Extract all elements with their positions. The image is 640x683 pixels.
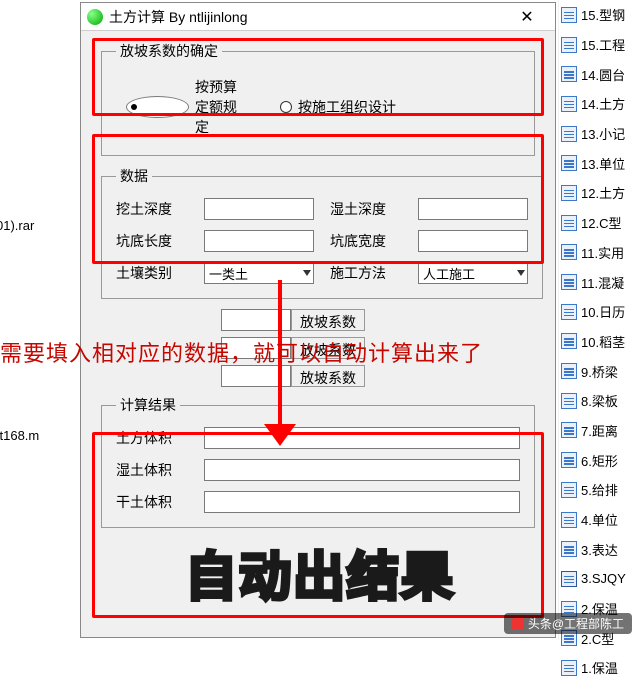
label-soil-type: 土壤类别 <box>116 263 188 283</box>
slope-coef-legend: 放坡系数的确定 <box>116 41 222 61</box>
chevron-down-icon <box>303 270 311 276</box>
file-label: 4.单位 <box>581 510 618 529</box>
close-button[interactable]: ✕ <box>505 5 549 29</box>
label-wet-depth: 湿土深度 <box>330 199 402 219</box>
label-method: 施工方法 <box>330 263 402 283</box>
label-dig-depth: 挖土深度 <box>116 199 188 219</box>
file-icon <box>561 512 577 528</box>
label-soil-vol: 土方体积 <box>116 428 196 448</box>
output-dry-vol <box>204 491 520 513</box>
file-label: 5.给排 <box>581 480 618 499</box>
window-title: 土方计算 By ntlijinlong <box>109 7 505 27</box>
file-item[interactable]: 12.C型 <box>559 208 640 238</box>
file-item[interactable]: 10.日历 <box>559 297 640 327</box>
file-item[interactable]: 7.距离 <box>559 416 640 446</box>
slope-row-1: 放坡系数 <box>221 309 535 331</box>
file-label: 1.保温 <box>581 658 618 677</box>
label-slope-1: 放坡系数 <box>291 309 365 331</box>
radio-icon <box>126 96 189 118</box>
watermark: 头条@工程部陈工 <box>504 613 632 634</box>
label-wet-vol: 湿土体积 <box>116 460 196 480</box>
file-item[interactable]: 5.给排 <box>559 475 640 505</box>
file-item[interactable]: 15.型钢 <box>559 0 640 30</box>
input-wet-depth[interactable] <box>418 198 528 220</box>
file-icon <box>561 660 577 676</box>
data-legend: 数据 <box>116 166 152 186</box>
file-label: 15.型钢 <box>581 5 625 24</box>
file-label: 12.C型 <box>581 213 621 232</box>
file-icon <box>561 7 577 23</box>
file-label: 15.工程 <box>581 35 625 54</box>
toutiao-icon <box>512 618 524 630</box>
file-icon <box>561 66 577 82</box>
input-dig-depth[interactable] <box>204 198 314 220</box>
data-group: 数据 挖土深度 湿土深度 坑底长度 坑底宽度 土壤类别 一类土 施工方法 人工施… <box>101 166 543 299</box>
file-label: 7.距离 <box>581 421 618 440</box>
file-icon <box>561 155 577 171</box>
file-icon <box>561 482 577 498</box>
file-item[interactable]: 6.矩形 <box>559 445 640 475</box>
file-item[interactable]: 4.单位 <box>559 505 640 535</box>
caption-text: 自动出结果 <box>0 535 640 610</box>
file-icon <box>561 244 577 260</box>
result-legend: 计算结果 <box>116 395 180 415</box>
slope-coef-group: 放坡系数的确定 按预算定额规定 按施工组织设计 <box>101 41 535 156</box>
titlebar: 土方计算 By ntlijinlong ✕ <box>81 3 555 31</box>
arrow-head-icon <box>264 424 296 446</box>
chevron-down-icon <box>517 270 525 276</box>
output-wet-vol <box>204 459 520 481</box>
file-icon <box>561 37 577 53</box>
bg-filename-2: 下.it168.m <box>0 425 39 444</box>
file-label: 8.梁板 <box>581 391 618 410</box>
file-icon <box>561 274 577 290</box>
file-item[interactable]: 1.保温 <box>559 653 640 683</box>
file-icon <box>561 96 577 112</box>
file-item[interactable]: 15.工程 <box>559 30 640 60</box>
select-soil-type[interactable]: 一类土 <box>204 262 314 284</box>
file-icon <box>561 185 577 201</box>
label-pit-len: 坑底长度 <box>116 231 188 251</box>
file-icon <box>561 393 577 409</box>
label-pit-width: 坑底宽度 <box>330 231 402 251</box>
file-label: 12.土方 <box>581 183 625 202</box>
file-item[interactable]: 8.梁板 <box>559 386 640 416</box>
radio-budget[interactable]: 按预算定额规定 <box>126 77 244 137</box>
label-slope-3: 放坡系数 <box>291 365 365 387</box>
file-label: 11.混凝 <box>581 273 624 292</box>
file-icon <box>561 304 577 320</box>
file-label: 6.矩形 <box>581 451 618 470</box>
file-item[interactable]: 11.实用 <box>559 238 640 268</box>
file-icon <box>561 422 577 438</box>
file-label: 14.土方 <box>581 94 625 113</box>
file-item[interactable]: 14.土方 <box>559 89 640 119</box>
file-item[interactable]: 12.土方 <box>559 178 640 208</box>
output-soil-vol <box>204 427 520 449</box>
radio-construction[interactable]: 按施工组织设计 <box>280 97 396 117</box>
select-method[interactable]: 人工施工 <box>418 262 528 284</box>
globe-icon <box>87 9 103 25</box>
radio-icon <box>280 101 292 113</box>
file-label: 11.实用 <box>581 243 624 262</box>
file-item[interactable]: 14.圆台 <box>559 59 640 89</box>
file-icon <box>561 452 577 468</box>
file-item[interactable]: 11.混凝 <box>559 267 640 297</box>
file-item[interactable]: 13.小记 <box>559 119 640 149</box>
file-label: 10.日历 <box>581 302 625 321</box>
input-pit-len[interactable] <box>204 230 314 252</box>
input-pit-width[interactable] <box>418 230 528 252</box>
file-label: 13.小记 <box>581 124 625 143</box>
file-icon <box>561 126 577 142</box>
annotation-text: 需要填入相对应的数据，就可以自动计算出来了 <box>0 336 640 368</box>
file-icon <box>561 215 577 231</box>
file-label: 14.圆台 <box>581 65 625 84</box>
label-dry-vol: 干土体积 <box>116 492 196 512</box>
file-label: 13.单位 <box>581 154 625 173</box>
bg-filename-1: 01).rar <box>0 218 34 233</box>
file-item[interactable]: 13.单位 <box>559 148 640 178</box>
result-group: 计算结果 土方体积 湿土体积 干土体积 <box>101 395 535 528</box>
slope-row-3: 放坡系数 <box>221 365 535 387</box>
